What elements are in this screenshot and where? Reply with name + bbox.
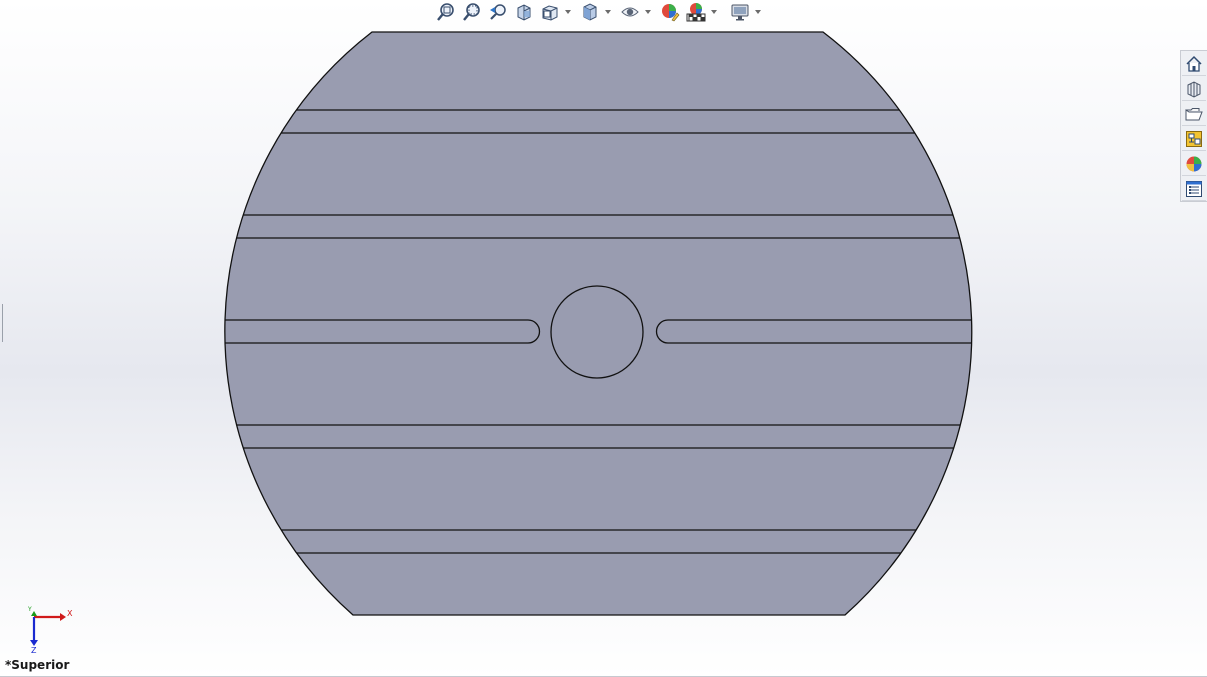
display-style-icon[interactable] — [578, 1, 602, 23]
task-pane-tabs — [1180, 50, 1207, 202]
previous-view-icon[interactable] — [486, 1, 510, 23]
part-model[interactable] — [0, 0, 1207, 677]
feature-manager-collapse-handle[interactable] — [0, 304, 3, 342]
view-orientation-dropdown[interactable] — [564, 1, 572, 23]
edit-appearance-icon[interactable] — [658, 1, 682, 23]
heads-up-view-toolbar — [434, 0, 762, 24]
apply-scene-dropdown[interactable] — [710, 1, 718, 23]
center-hole — [550, 285, 644, 379]
display-style-dropdown[interactable] — [604, 1, 612, 23]
triad-x-label: X — [67, 609, 73, 618]
section-view-icon[interactable] — [512, 1, 536, 23]
view-settings-icon[interactable] — [728, 1, 752, 23]
apply-scene-icon[interactable] — [684, 1, 708, 23]
appearances-icon[interactable] — [1182, 152, 1206, 176]
custom-properties-icon[interactable] — [1182, 177, 1206, 201]
view-orientation-label: *Superior — [5, 658, 70, 672]
triad-y-arrow — [31, 611, 37, 616]
file-explorer-icon[interactable] — [1182, 102, 1206, 126]
triad-y-label: Y — [27, 606, 32, 613]
design-library-icon[interactable] — [1182, 77, 1206, 101]
hide-show-items-icon[interactable] — [618, 1, 642, 23]
graphics-area[interactable]: X Z Y *Superior — [0, 0, 1207, 677]
view-orientation-icon[interactable] — [538, 1, 562, 23]
triad-z-label: Z — [31, 646, 37, 655]
hide-show-items-dropdown[interactable] — [644, 1, 652, 23]
home-icon[interactable] — [1182, 52, 1206, 76]
view-settings-dropdown[interactable] — [754, 1, 762, 23]
zoom-to-fit-icon[interactable] — [434, 1, 458, 23]
view-palette-icon[interactable] — [1182, 127, 1206, 151]
reference-triad: X Z Y — [27, 606, 73, 655]
zoom-to-area-icon[interactable] — [460, 1, 484, 23]
triad-x-arrow — [60, 613, 66, 621]
